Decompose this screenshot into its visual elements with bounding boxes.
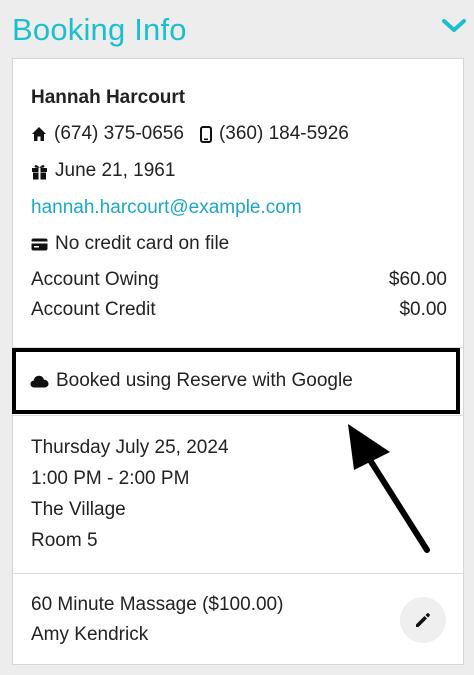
credit-card-row: No credit card on file — [31, 233, 229, 255]
client-email-link[interactable]: hannah.harcourt@example.com — [31, 197, 302, 219]
home-icon — [32, 127, 46, 141]
phone-row: (674) 375-0656 (360) 184-5926 — [31, 123, 349, 145]
account-credit-value: $0.00 — [399, 299, 447, 320]
booking-source: Booked using Reserve with Google — [30, 370, 353, 392]
booking-source-highlight: Booked using Reserve with Google — [12, 348, 460, 414]
gift-icon — [32, 164, 47, 180]
pencil-icon — [416, 613, 430, 627]
birthday-row: June 21, 1961 — [31, 160, 175, 182]
service-staff: Amy Kendrick — [31, 624, 149, 645]
service-name: 60 Minute Massage ($100.00) — [31, 594, 284, 615]
home-phone: (674) 375-0656 — [54, 123, 184, 144]
account-owing-value: $60.00 — [388, 269, 447, 290]
cloud-icon — [30, 375, 49, 387]
account-credit-label: Account Credit — [31, 299, 156, 320]
birthday: June 21, 1961 — [55, 160, 176, 181]
divider — [13, 415, 463, 416]
chevron-down-icon[interactable] — [440, 16, 468, 36]
divider — [13, 573, 463, 574]
appointment-location: The Village — [31, 499, 126, 520]
appointment-date: Thursday July 25, 2024 — [31, 437, 229, 458]
client-name: Hannah Harcourt — [31, 87, 186, 108]
appointment-room: Room 5 — [31, 530, 98, 551]
page-title: Booking Info — [12, 12, 187, 47]
credit-card-status: No credit card on file — [55, 233, 230, 254]
credit-card-icon — [31, 238, 48, 250]
edit-service-button[interactable] — [400, 597, 446, 643]
booking-source-text: Booked using Reserve with Google — [56, 370, 353, 391]
mobile-phone-icon — [199, 125, 212, 143]
mobile-phone: (360) 184-5926 — [218, 123, 349, 144]
appointment-time: 1:00 PM - 2:00 PM — [31, 468, 190, 489]
account-owing-label: Account Owing — [31, 269, 159, 290]
booking-info-header[interactable]: Booking Info — [0, 0, 474, 58]
